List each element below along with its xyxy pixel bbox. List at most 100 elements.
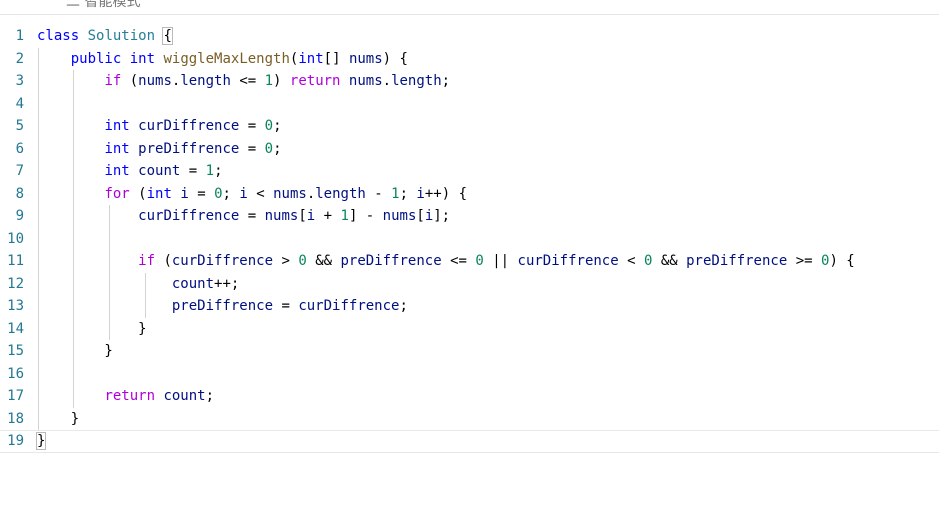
code-token: - — [365, 185, 392, 202]
code-token: return — [289, 73, 341, 89]
line-number: 19 — [7, 433, 24, 449]
code-line[interactable]: 3 if (nums.length <= 1) return nums.leng… — [0, 70, 939, 93]
code-token: preDiffrence — [138, 140, 240, 157]
code-token: curDiffrence — [171, 253, 274, 269]
code-text[interactable]: preDiffrence = curDiffrence; — [37, 295, 408, 318]
code-token: 1 — [391, 185, 400, 202]
code-token: < — [247, 185, 274, 202]
code-text[interactable]: } — [37, 340, 113, 363]
code-text[interactable]: int curDiffrence = 0; — [37, 115, 281, 138]
code-line[interactable]: 13 preDiffrence = curDiffrence; — [0, 295, 939, 318]
code-token: 0 — [298, 253, 307, 269]
code-token: = — [180, 163, 206, 179]
code-line[interactable]: 12 count++; — [0, 273, 939, 296]
code-text[interactable]: return count; — [37, 385, 214, 408]
code-text[interactable]: int count = 1; — [37, 160, 222, 183]
code-lines[interactable]: 1 class Solution {2 public int wiggleMaxL… — [0, 25, 939, 453]
code-text[interactable]: curDiffrence = nums[i + 1] - nums[i]; — [37, 205, 450, 228]
code-token: { — [162, 27, 173, 45]
code-token: nums — [348, 73, 383, 89]
code-text[interactable]: } — [37, 408, 79, 431]
code-token: count — [163, 388, 206, 404]
code-text[interactable]: } — [37, 318, 146, 341]
code-line[interactable]: 18 } — [0, 408, 939, 431]
code-line[interactable]: 8 for (int i = 0; i < nums.length - 1; i… — [0, 183, 939, 206]
code-token: ; — [222, 185, 240, 202]
line-number: 15 — [7, 343, 24, 359]
code-token: preDiffrence — [686, 253, 788, 269]
code-token: for — [104, 185, 130, 202]
mode-label: 二 智能模式 — [66, 0, 141, 10]
code-token: ) { — [382, 50, 408, 67]
code-text[interactable]: for (int i = 0; i < nums.length - 1; i++… — [37, 183, 467, 206]
code-token: 1 — [205, 163, 215, 179]
code-token: ++) { — [424, 185, 468, 202]
code-line[interactable]: 10 — [0, 228, 939, 251]
code-token: i — [416, 185, 425, 202]
code-line[interactable]: 16 — [0, 363, 939, 386]
code-editor[interactable]: 二 智能模式 1 class Solution {2 public int wig… — [0, 0, 939, 512]
code-token: } — [35, 432, 47, 450]
code-line[interactable]: 4 — [0, 93, 939, 116]
code-token: ( — [155, 253, 172, 269]
code-token: 0 — [214, 185, 223, 202]
code-token: + — [315, 208, 341, 224]
code-token: = — [239, 118, 265, 134]
code-token: int — [146, 185, 172, 202]
code-line[interactable]: 5 int curDiffrence = 0; — [0, 115, 939, 138]
code-token: ) — [273, 73, 290, 89]
line-number: 18 — [7, 410, 24, 427]
code-text[interactable]: int preDiffrence = 0; — [37, 138, 281, 161]
code-token: > — [273, 253, 299, 269]
code-token: preDiffrence — [171, 298, 274, 314]
code-token: ++; — [214, 275, 240, 292]
code-line[interactable]: 15 } — [0, 340, 939, 363]
code-token: if — [138, 253, 156, 269]
code-line[interactable]: 14 } — [0, 318, 939, 341]
code-text[interactable]: } — [35, 431, 47, 452]
code-token: } — [37, 343, 113, 359]
code-text[interactable]: if (nums.length <= 1) return nums.length… — [37, 70, 450, 93]
code-token: . — [306, 185, 316, 202]
code-text[interactable]: class Solution { — [37, 25, 173, 48]
code-token: ; — [441, 73, 451, 89]
code-token: [] — [323, 50, 349, 67]
line-number: 2 — [15, 50, 24, 67]
code-line[interactable]: 2 public int wiggleMaxLength(int[] nums)… — [0, 48, 939, 71]
line-number: 11 — [7, 253, 24, 269]
line-number: 8 — [15, 185, 24, 202]
editor-top-bar: 二 智能模式 — [0, 0, 939, 15]
code-token: int — [129, 50, 156, 67]
code-text[interactable]: if (curDiffrence > 0 && preDiffrence <= … — [37, 250, 855, 273]
code-token: i — [180, 185, 189, 202]
line-number: 3 — [15, 73, 24, 89]
code-token: Solution — [87, 28, 156, 44]
code-line[interactable]: 7 int count = 1; — [0, 160, 939, 183]
code-line[interactable]: 17 return count; — [0, 385, 939, 408]
code-token: ; — [205, 388, 215, 404]
code-token: curDiffrence — [138, 118, 240, 134]
code-token: 0 — [264, 140, 274, 157]
line-number: 16 — [7, 365, 24, 382]
code-text[interactable]: public int wiggleMaxLength(int[] nums) { — [37, 48, 408, 71]
code-token: nums — [273, 185, 307, 202]
code-line[interactable]: 19} — [0, 430, 939, 453]
code-line[interactable]: 11 if (curDiffrence > 0 && preDiffrence … — [0, 250, 939, 273]
code-token: [ — [416, 208, 425, 224]
code-token: 0 — [475, 253, 484, 269]
code-line[interactable]: 1 class Solution { — [0, 25, 939, 48]
code-token: [ — [298, 208, 307, 224]
code-line[interactable]: 6 int preDiffrence = 0; — [0, 138, 939, 161]
code-text[interactable]: count++; — [37, 273, 239, 296]
code-line[interactable]: 9 curDiffrence = nums[i + 1] - nums[i]; — [0, 205, 939, 228]
line-number: 5 — [15, 118, 24, 134]
